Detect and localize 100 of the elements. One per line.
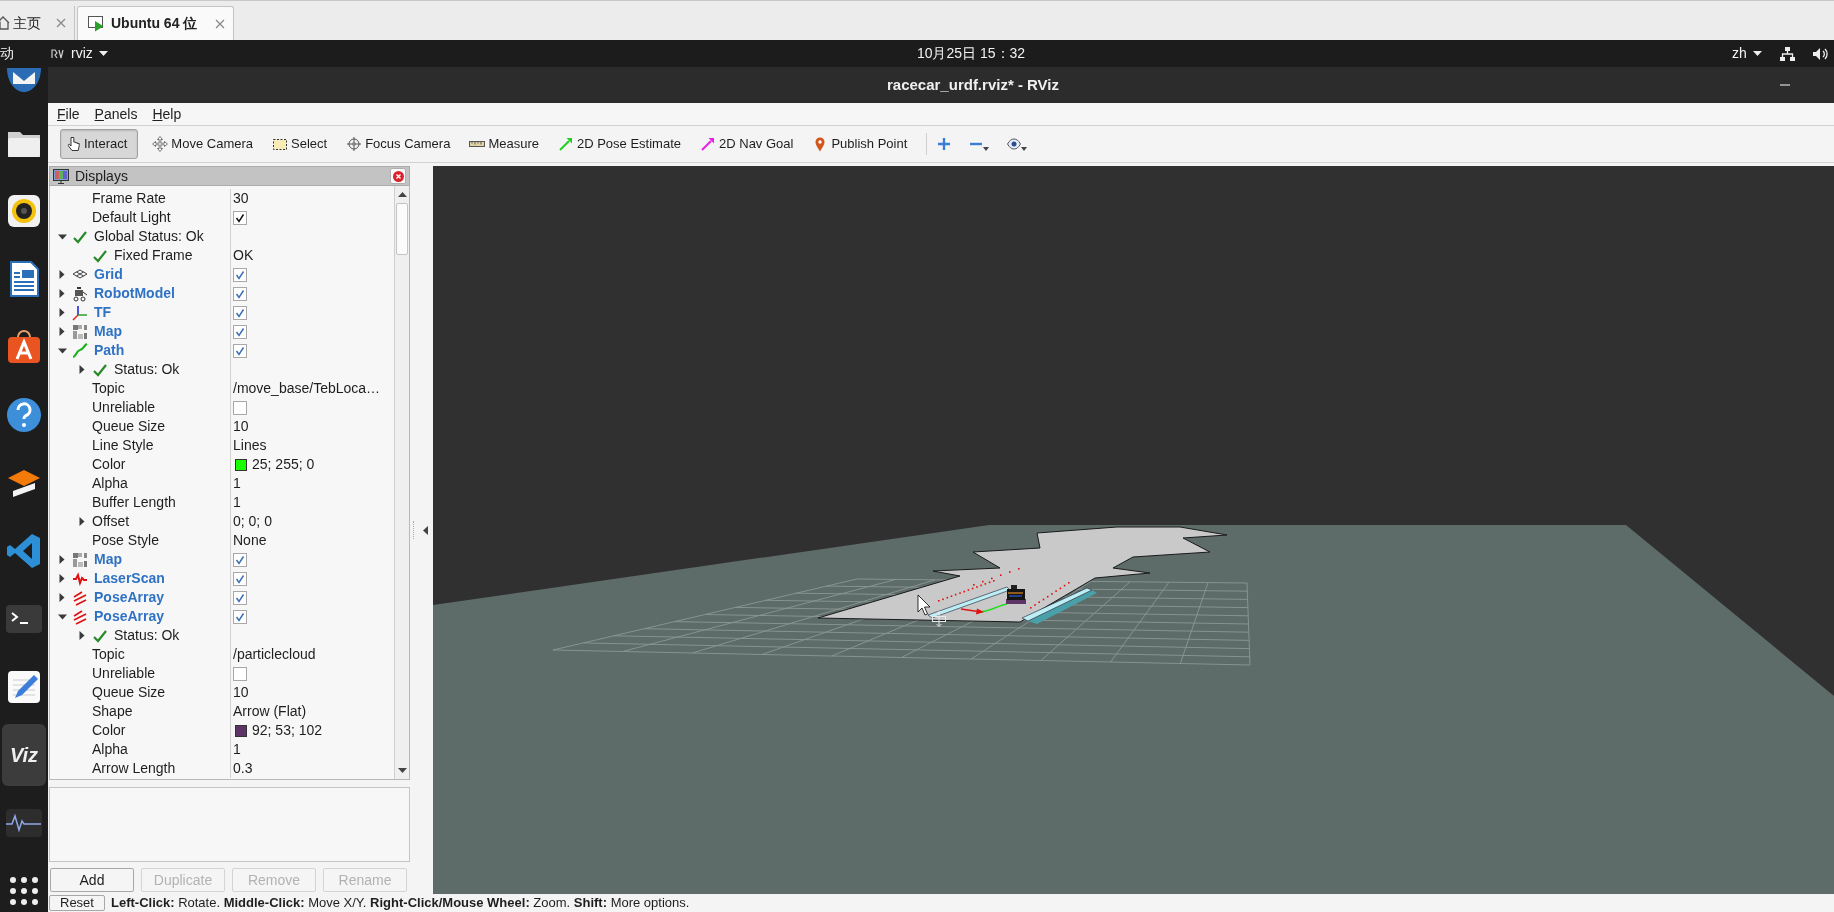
scrollbar[interactable] xyxy=(394,186,409,779)
caret-right-icon[interactable] xyxy=(59,574,65,583)
property-value: Lines xyxy=(233,436,267,455)
property-name[interactable]: Topic xyxy=(92,378,125,399)
tool-button[interactable]: Select xyxy=(267,129,333,159)
tool-button[interactable]: Move Camera xyxy=(147,129,258,159)
arrows-icon xyxy=(72,608,88,625)
property-name[interactable]: Color xyxy=(92,720,126,741)
caret-right-icon[interactable] xyxy=(79,517,85,526)
caret-right-icon[interactable] xyxy=(59,593,65,602)
crosshair-icon xyxy=(346,136,363,152)
app-menu-button[interactable]: rviz xyxy=(51,43,108,64)
display-name[interactable]: RobotModel xyxy=(94,283,175,304)
property-name[interactable]: Alpha xyxy=(92,739,128,760)
checkbox[interactable] xyxy=(233,343,247,358)
property-name[interactable]: Alpha xyxy=(92,473,128,494)
checkbox[interactable] xyxy=(233,305,247,320)
tool-button[interactable]: Interact xyxy=(60,129,139,159)
tool-button[interactable]: 2D Pose Estimate xyxy=(552,129,686,159)
checkbox[interactable] xyxy=(233,210,247,225)
status-label[interactable]: Status: Ok xyxy=(114,359,180,380)
checkbox[interactable] xyxy=(233,590,247,605)
checkbox[interactable] xyxy=(233,324,247,339)
dock-item[interactable] xyxy=(8,875,40,907)
property-name[interactable]: Line Style xyxy=(92,435,154,456)
speaker-icon xyxy=(5,192,43,230)
caret-right-icon[interactable] xyxy=(59,270,65,279)
checkbox[interactable] xyxy=(233,552,247,567)
caret-left-icon[interactable] xyxy=(423,526,428,535)
tool-button[interactable]: 2D Nav Goal xyxy=(695,129,799,159)
display-name[interactable]: Path xyxy=(94,340,125,361)
caret-down-icon[interactable] xyxy=(57,613,67,620)
property-name[interactable]: Offset xyxy=(92,511,130,532)
network-icon[interactable] xyxy=(1779,46,1795,61)
display-name[interactable]: Map xyxy=(94,549,122,570)
status-label[interactable]: Status: Ok xyxy=(114,625,180,646)
dock-item[interactable] xyxy=(4,395,44,435)
browser-tab[interactable]: Ubuntu 64 位 xyxy=(77,6,235,40)
volume-icon[interactable] xyxy=(1812,46,1829,61)
property-name[interactable]: Queue Size xyxy=(92,416,166,437)
property-value: 25; 255; 0 xyxy=(252,455,315,474)
property-name[interactable]: Pose Style xyxy=(92,530,159,551)
caret-right-icon[interactable] xyxy=(59,327,65,336)
property-value: 0.3 xyxy=(233,759,253,778)
checkbox[interactable] xyxy=(233,666,247,681)
zigzag-icon xyxy=(72,570,88,587)
input-method-button[interactable]: zh xyxy=(1732,43,1762,64)
display-name[interactable]: PoseArray xyxy=(94,587,165,608)
property-name[interactable]: Queue Size xyxy=(92,682,166,703)
property-value: 1 xyxy=(233,740,241,759)
checkbox[interactable] xyxy=(233,609,247,624)
display-name[interactable]: TF xyxy=(94,302,112,323)
checkbox[interactable] xyxy=(233,267,247,282)
status-label[interactable]: Fixed Frame xyxy=(114,245,193,266)
reset-button[interactable]: Reset xyxy=(49,895,105,911)
property-name[interactable]: Topic xyxy=(92,644,125,665)
caret-down-icon[interactable] xyxy=(57,233,67,240)
close-icon[interactable] xyxy=(215,18,226,29)
caret-down-icon[interactable] xyxy=(57,347,67,354)
caret-right-icon[interactable] xyxy=(59,289,65,298)
caret-up-icon[interactable] xyxy=(397,192,407,197)
property-name[interactable]: Arrow Length xyxy=(92,758,176,779)
caret-right-icon[interactable] xyxy=(59,555,65,564)
move-arrows-icon xyxy=(152,136,169,152)
dock-item[interactable]: Viz xyxy=(2,724,46,786)
checkbox[interactable] xyxy=(233,400,247,415)
display-name[interactable]: Grid xyxy=(94,264,123,285)
checkbox[interactable] xyxy=(233,571,247,586)
selection-rectangle-icon xyxy=(272,136,288,152)
display-name[interactable]: LaserScan xyxy=(94,568,165,589)
scrollbar-thumb[interactable] xyxy=(396,203,408,255)
views-button[interactable] xyxy=(1005,135,1030,153)
3d-viewport[interactable] xyxy=(433,166,1834,894)
property-name[interactable]: Default Light xyxy=(92,207,171,228)
tool-button[interactable]: Publish Point xyxy=(807,129,913,159)
property-name[interactable]: Unreliable xyxy=(92,663,156,684)
caret-right-icon[interactable] xyxy=(59,308,65,317)
panel-button[interactable]: Add xyxy=(50,868,134,892)
caret-right-icon[interactable] xyxy=(79,631,85,640)
tool-button[interactable]: Focus Camera xyxy=(341,129,456,159)
display-name[interactable]: Map xyxy=(94,321,122,342)
caret-right-icon[interactable] xyxy=(79,365,85,374)
property-name[interactable]: Unreliable xyxy=(92,397,156,418)
property-name[interactable]: Frame Rate xyxy=(92,188,166,209)
menu-item[interactable]: Panels xyxy=(94,103,138,125)
property-name[interactable]: Buffer Length xyxy=(92,492,176,513)
menu-item[interactable]: Help xyxy=(152,103,182,125)
activities-button[interactable]: 动 xyxy=(0,43,14,64)
clock[interactable]: 10月25日 15：32 xyxy=(916,43,1026,64)
caret-down-icon[interactable] xyxy=(397,768,407,773)
display-name[interactable]: PoseArray xyxy=(94,606,165,627)
property-name[interactable]: Color xyxy=(92,454,126,475)
plus-icon xyxy=(937,137,952,151)
property-name[interactable]: Shape xyxy=(92,701,133,722)
panel-close-button[interactable] xyxy=(390,168,406,184)
menu-item[interactable]: File xyxy=(57,103,80,125)
checkbox[interactable] xyxy=(233,286,247,301)
close-icon[interactable] xyxy=(56,18,66,28)
status-label[interactable]: Global Status: Ok xyxy=(94,226,204,247)
tool-button[interactable]: Measure xyxy=(464,129,544,159)
